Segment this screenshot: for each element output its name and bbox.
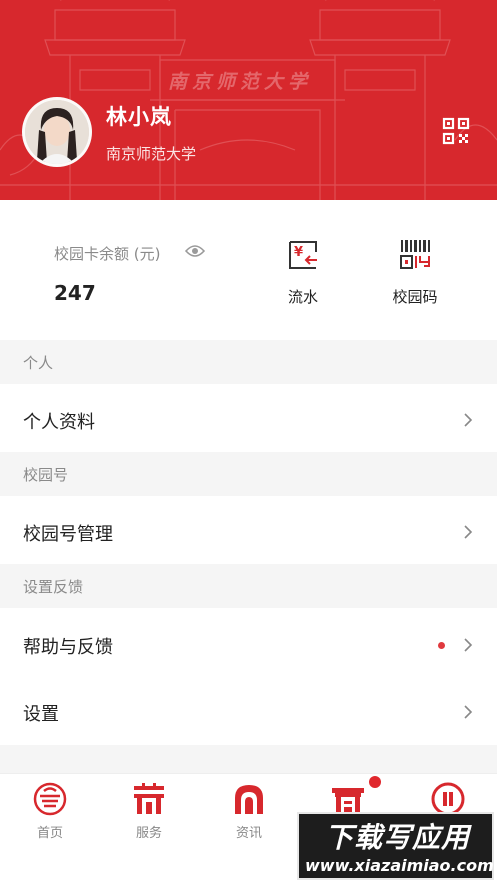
profile-header: 南京师范大学 林小岚 南京师范大学 bbox=[0, 0, 497, 200]
transaction-flow-icon: ¥ bbox=[289, 241, 317, 269]
row-label: 帮助与反馈 bbox=[23, 637, 113, 658]
tab-label: 资讯 bbox=[235, 826, 262, 841]
news-icon bbox=[235, 785, 263, 814]
svg-text:¥: ¥ bbox=[294, 245, 303, 260]
avatar-photo-icon bbox=[25, 100, 89, 164]
home-icon bbox=[33, 782, 67, 816]
chevron-right-icon bbox=[464, 705, 473, 719]
gate-sign-text: 南京师范大学 bbox=[168, 71, 312, 93]
row-label: 个人资料 bbox=[23, 412, 95, 433]
chevron-right-icon bbox=[464, 525, 473, 539]
section-title: 校园号 bbox=[23, 466, 69, 484]
tab-label: 服务 bbox=[135, 826, 162, 841]
eye-icon[interactable] bbox=[185, 243, 205, 259]
user-school: 南京师范大学 bbox=[106, 145, 197, 163]
campus-code-button[interactable]: 校园码 bbox=[375, 238, 455, 307]
watermark-title: 下载写应用 bbox=[324, 821, 470, 854]
list-item-profile-info[interactable]: 个人资料 bbox=[0, 384, 497, 452]
notification-badge bbox=[369, 776, 381, 788]
list-item-settings[interactable]: 设置 bbox=[0, 678, 497, 745]
row-label: 设置 bbox=[23, 704, 59, 725]
avatar[interactable] bbox=[22, 97, 92, 167]
profile-tab-icon bbox=[431, 782, 465, 816]
section-header-personal: 个人 bbox=[0, 340, 497, 384]
gate-icon bbox=[332, 788, 364, 815]
campus-gate-illustration: 南京师范大学 bbox=[0, 0, 497, 200]
section-title: 个人 bbox=[23, 354, 54, 372]
list-item-campus-account-management[interactable]: 校园号管理 bbox=[0, 496, 497, 564]
qr-code-icon[interactable] bbox=[442, 117, 470, 145]
balance-value: 247 bbox=[54, 281, 96, 305]
campus-code-label: 校园码 bbox=[392, 288, 438, 306]
balance-label: 校园卡余额 (元) bbox=[54, 245, 161, 263]
notification-dot bbox=[438, 642, 445, 649]
user-name: 林小岚 bbox=[106, 105, 172, 129]
tab-news[interactable]: 资讯 bbox=[219, 782, 279, 841]
watermark-url: www.xiazaimiao.com bbox=[305, 856, 494, 875]
transaction-flow-button[interactable]: ¥ 流水 bbox=[263, 238, 343, 307]
list-item-help-feedback[interactable]: 帮助与反馈 bbox=[0, 608, 497, 678]
tab-label: 首页 bbox=[36, 826, 63, 841]
row-label: 校园号管理 bbox=[23, 524, 113, 545]
chevron-right-icon bbox=[464, 413, 473, 427]
site-watermark: 下载写应用 www.xiazaimiao.com bbox=[297, 812, 494, 880]
section-divider bbox=[0, 745, 497, 773]
section-title: 设置反馈 bbox=[23, 578, 84, 596]
barcode-icon bbox=[400, 240, 430, 269]
transaction-flow-label: 流水 bbox=[287, 288, 318, 306]
service-icon bbox=[134, 783, 164, 814]
section-header-campus-account: 校园号 bbox=[0, 452, 497, 496]
chevron-right-icon bbox=[464, 638, 473, 652]
section-header-settings-feedback: 设置反馈 bbox=[0, 564, 497, 608]
tab-service[interactable]: 服务 bbox=[119, 782, 179, 841]
campus-card-panel: 校园卡余额 (元) 247 ¥ 流水 校园码 bbox=[0, 200, 497, 340]
tab-home[interactable]: 首页 bbox=[20, 782, 80, 841]
